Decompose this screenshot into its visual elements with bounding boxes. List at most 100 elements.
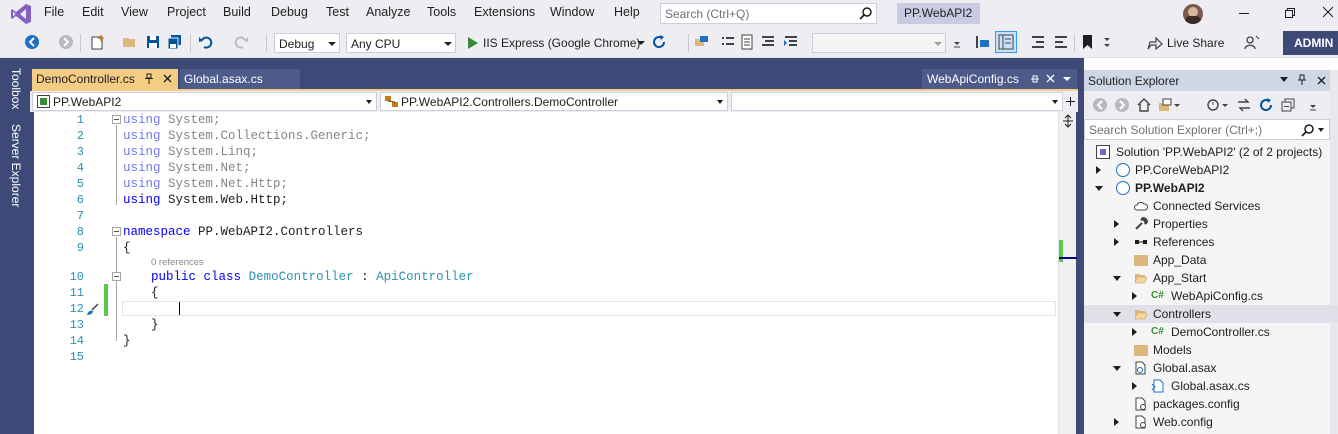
visual-studio-logo-icon[interactable] [10,3,32,25]
quick-actions-brush-icon[interactable] [86,303,100,317]
format-icon[interactable] [760,34,776,50]
server-explorer-tab[interactable]: Server Explorer [9,124,23,207]
menu-file[interactable]: File [44,5,64,19]
redo-icon[interactable] [233,34,249,50]
browser-link-icon[interactable] [694,34,710,50]
comment-icon[interactable] [720,34,736,50]
close-icon[interactable] [163,74,172,83]
tree-item-app-data[interactable]: App_Data [1084,251,1338,269]
tree-item-models[interactable]: Models [1084,341,1338,359]
tree-item-project[interactable]: PP.WebAPI2 [1084,179,1338,197]
find-combo[interactable] [812,33,946,53]
collapse-toggle[interactable] [112,227,121,236]
indent-icon[interactable] [1030,34,1046,50]
expand-arrow-icon[interactable] [1132,292,1137,300]
expand-arrow-icon[interactable] [1096,166,1101,174]
member-dropdown[interactable] [731,92,1063,111]
switch-views-icon[interactable] [1158,97,1180,113]
tree-item-project[interactable]: PP.CoreWebAPI2 [1084,161,1338,179]
restore-icon[interactable] [1285,8,1295,18]
menu-window[interactable]: Window [550,5,594,19]
tree-item-webapiconfig[interactable]: C# WebApiConfig.cs [1084,287,1338,305]
menu-debug[interactable]: Debug [271,5,308,19]
tree-item-controllers[interactable]: Controllers [1084,305,1338,323]
tree-item-global-asax[interactable]: Global.asax [1084,359,1338,377]
tree-item-references[interactable]: References [1084,233,1338,251]
menu-test[interactable]: Test [326,5,349,19]
collapse-toggle[interactable] [112,115,121,124]
pin-icon[interactable] [1030,73,1040,85]
collapse-arrow-icon[interactable] [1095,186,1103,191]
live-share-button[interactable]: Live Share [1145,33,1245,53]
pin-icon[interactable] [1297,74,1307,86]
class-dropdown[interactable]: PP.WebAPI2.Controllers.DemoController [380,92,728,111]
platform-select[interactable]: Any CPU [346,33,456,53]
close-window-icon[interactable] [1322,6,1334,18]
menu-analyze[interactable]: Analyze [366,5,410,19]
forward-icon[interactable] [58,34,74,50]
run-button[interactable]: IIS Express (Google Chrome) [464,33,648,53]
toolbox-tab[interactable]: Toolbox [9,68,23,109]
tree-item-connected-services[interactable]: Connected Services [1084,197,1338,215]
toolbar-overflow-icon[interactable] [1308,97,1318,113]
tree-item-web-config[interactable]: Web.config [1084,413,1338,431]
feedback-icon[interactable] [1244,34,1260,50]
save-icon[interactable] [145,34,161,50]
save-all-icon[interactable] [167,34,183,50]
menu-edit[interactable]: Edit [82,5,104,19]
split-window-icon[interactable] [1066,97,1075,106]
tab-democontroller[interactable]: DemoController.cs [32,69,178,89]
menu-tools[interactable]: Tools [427,5,456,19]
close-icon[interactable] [1317,76,1326,85]
user-badge[interactable]: ADMIN [1283,31,1338,55]
tree-item-solution[interactable]: Solution 'PP.WebAPI2' (2 of 2 projects) [1084,143,1338,161]
minimize-icon[interactable] [1239,13,1249,14]
tab-list-dropdown-icon[interactable] [1062,73,1072,85]
solution-search-input[interactable]: Search Solution Explorer (Ctrl+;) [1084,119,1330,140]
vertical-scrollbar[interactable] [1058,112,1077,434]
collapse-all-icon[interactable] [1280,97,1296,113]
toggle-pane-icon[interactable] [995,31,1017,53]
menu-extensions[interactable]: Extensions [474,5,535,19]
menu-project[interactable]: Project [167,5,206,19]
tree-item-global-asax-cs[interactable]: Global.asax.cs [1084,377,1338,395]
bookmark-icon[interactable] [1080,34,1096,50]
tab-webapiconfig[interactable]: WebApiConfig.cs [922,69,1077,89]
menu-view[interactable]: View [121,5,148,19]
expand-arrow-icon[interactable] [1114,238,1119,246]
home-icon[interactable] [1136,97,1152,113]
search-input[interactable]: Search (Ctrl+Q) [660,3,877,24]
codelens-references[interactable]: 0 references [151,257,204,268]
forward-icon[interactable] [1114,97,1130,113]
tree-item-properties[interactable]: Properties [1084,215,1338,233]
refresh-icon[interactable] [1258,97,1274,113]
outdent-icon[interactable] [1053,34,1069,50]
expand-arrow-icon[interactable] [1132,328,1137,336]
collapse-arrow-icon[interactable] [1113,312,1121,317]
uncomment-icon[interactable] [783,34,799,50]
back-icon[interactable] [24,34,40,50]
configuration-select[interactable]: Debug [274,33,340,53]
refresh-icon[interactable] [651,34,667,50]
toolbar-overflow-icon[interactable] [952,34,968,50]
avatar[interactable] [1183,4,1203,24]
tree-item-democontroller[interactable]: C# DemoController.cs [1084,323,1338,341]
expand-arrow-icon[interactable] [1132,382,1137,390]
expand-arrow-icon[interactable] [1114,418,1119,426]
tab-global-asax[interactable]: Global.asax.cs [180,69,300,89]
split-handle-icon[interactable] [1061,114,1075,128]
menu-help[interactable]: Help [614,5,640,19]
undo-icon[interactable] [198,34,214,50]
navigate-icon[interactable] [975,34,991,50]
close-icon[interactable] [1046,74,1055,83]
back-icon[interactable] [1092,97,1108,113]
pending-changes-icon[interactable] [1206,97,1228,113]
chevron-down-icon[interactable] [1318,128,1324,132]
collapse-toggle[interactable] [112,272,121,281]
open-folder-icon[interactable] [122,34,138,50]
dropdown-arrow-icon[interactable] [1280,77,1288,82]
tree-item-app-start[interactable]: App_Start [1084,269,1338,287]
menu-build[interactable]: Build [223,5,251,19]
document-icon[interactable] [739,34,755,50]
toolbar-overflow-icon[interactable] [1102,34,1118,50]
